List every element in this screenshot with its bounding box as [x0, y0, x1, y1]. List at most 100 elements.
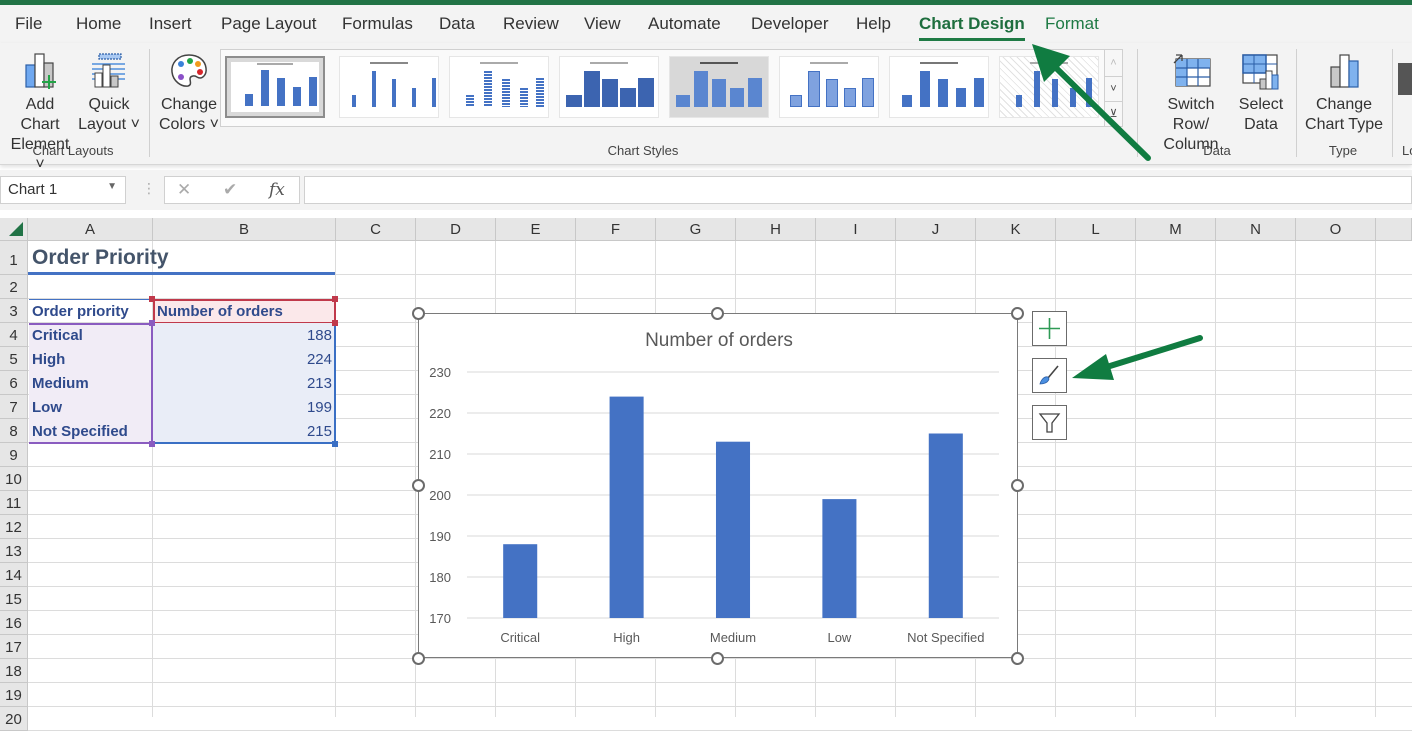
- move-chart-icon-partial[interactable]: [1398, 63, 1412, 95]
- row-header-8[interactable]: 8: [0, 419, 28, 443]
- column-header-n[interactable]: N: [1216, 218, 1296, 241]
- row-header-19[interactable]: 19: [0, 683, 28, 707]
- grid-column-line: [1135, 241, 1136, 717]
- formula-bar-grip-icon[interactable]: ⋮: [142, 180, 156, 197]
- tab-data[interactable]: Data: [439, 14, 475, 34]
- column-header-b[interactable]: B: [153, 218, 336, 241]
- row-header-7[interactable]: 7: [0, 395, 28, 419]
- resize-handle-bottom[interactable]: [711, 652, 724, 665]
- tab-insert[interactable]: Insert: [149, 14, 192, 34]
- tab-help[interactable]: Help: [856, 14, 891, 34]
- column-header-m[interactable]: M: [1136, 218, 1216, 241]
- row-header-10[interactable]: 10: [0, 467, 28, 491]
- table-cell-priority[interactable]: Not Specified: [32, 423, 128, 440]
- tab-review[interactable]: Review: [503, 14, 559, 34]
- gallery-more-button[interactable]: ⊻: [1104, 101, 1122, 126]
- column-header-i[interactable]: I: [816, 218, 896, 241]
- row-header-13[interactable]: 13: [0, 539, 28, 563]
- change-colors-button[interactable]: Change Colors ˅: [156, 51, 222, 135]
- chart-style-4[interactable]: [559, 56, 659, 118]
- column-header-c[interactable]: C: [336, 218, 416, 241]
- resize-handle-top-left[interactable]: [412, 307, 425, 320]
- column-header-partial[interactable]: [1376, 218, 1412, 241]
- tab-file[interactable]: File: [15, 14, 42, 34]
- tab-format[interactable]: Format: [1045, 14, 1099, 34]
- insert-function-icon[interactable]: fx: [269, 180, 285, 200]
- row-header-3[interactable]: 3: [0, 299, 28, 323]
- chart-style-8[interactable]: [999, 56, 1099, 118]
- column-header-e[interactable]: E: [496, 218, 576, 241]
- chart-style-2[interactable]: [339, 56, 439, 118]
- row-header-1[interactable]: 1: [0, 241, 28, 275]
- chart-style-7[interactable]: [889, 56, 989, 118]
- select-data-button[interactable]: Select Data: [1236, 51, 1286, 135]
- resize-handle-right[interactable]: [1011, 479, 1024, 492]
- row-header-6[interactable]: 6: [0, 371, 28, 395]
- row-header-14[interactable]: 14: [0, 563, 28, 587]
- chart-style-3[interactable]: [449, 56, 549, 118]
- resize-handle-bottom-left[interactable]: [412, 652, 425, 665]
- tab-developer[interactable]: Developer: [751, 14, 829, 34]
- column-header-a[interactable]: A: [28, 218, 153, 241]
- column-header-k[interactable]: K: [976, 218, 1056, 241]
- change-chart-type-button[interactable]: Change Chart Type: [1302, 51, 1386, 135]
- table-cell-orders[interactable]: 199: [157, 399, 332, 416]
- row-header-20[interactable]: 20: [0, 707, 28, 731]
- chart-elements-button[interactable]: [1032, 311, 1067, 346]
- row-header-18[interactable]: 18: [0, 659, 28, 683]
- row-header-5[interactable]: 5: [0, 347, 28, 371]
- gallery-scroll-down[interactable]: ˅: [1104, 76, 1122, 101]
- resize-handle-bottom-right[interactable]: [1011, 652, 1024, 665]
- chart-styles-button[interactable]: [1032, 358, 1067, 393]
- table-cell-orders[interactable]: 215: [157, 423, 332, 440]
- table-cell-priority[interactable]: Low: [32, 399, 62, 416]
- table-cell-orders[interactable]: 188: [157, 327, 332, 344]
- table-cell-priority[interactable]: Critical: [32, 327, 83, 344]
- column-header-o[interactable]: O: [1296, 218, 1376, 241]
- column-header-g[interactable]: G: [656, 218, 736, 241]
- chart-filters-button[interactable]: [1032, 405, 1067, 440]
- select-all-button[interactable]: [0, 218, 28, 241]
- resize-handle-top-right[interactable]: [1011, 307, 1024, 320]
- switch-row-column-button[interactable]: Switch Row/ Column: [1148, 51, 1234, 155]
- row-header-15[interactable]: 15: [0, 587, 28, 611]
- row-header-17[interactable]: 17: [0, 635, 28, 659]
- row-header-4[interactable]: 4: [0, 323, 28, 347]
- column-header-d[interactable]: D: [416, 218, 496, 241]
- row-header-16[interactable]: 16: [0, 611, 28, 635]
- gallery-scroll-up[interactable]: ˄: [1104, 50, 1122, 76]
- column-header-l[interactable]: L: [1056, 218, 1136, 241]
- table-cell-priority[interactable]: Medium: [32, 375, 89, 392]
- header-cell-order-priority[interactable]: Order priority: [32, 303, 129, 320]
- header-cell-number-of-orders[interactable]: Number of orders: [157, 303, 283, 320]
- tab-page-layout[interactable]: Page Layout: [221, 14, 316, 34]
- row-header-11[interactable]: 11: [0, 491, 28, 515]
- resize-handle-top[interactable]: [711, 307, 724, 320]
- chart-style-6[interactable]: [779, 56, 879, 118]
- column-header-j[interactable]: J: [896, 218, 976, 241]
- chart-area[interactable]: Number of orders 170 180 190 200 210 220 230 Cri…: [418, 313, 1018, 658]
- column-header-h[interactable]: H: [736, 218, 816, 241]
- chart-style-1[interactable]: [225, 56, 325, 118]
- table-cell-priority[interactable]: High: [32, 351, 65, 368]
- name-box[interactable]: Chart 1 ▼: [0, 176, 126, 204]
- sheet-title-cell[interactable]: Order Priority: [32, 246, 169, 270]
- tab-automate[interactable]: Automate: [648, 14, 721, 34]
- resize-handle-left[interactable]: [412, 479, 425, 492]
- quick-layout-button[interactable]: Quick Layout ˅: [78, 51, 140, 135]
- chevron-down-icon[interactable]: ▼: [107, 181, 117, 192]
- row-header-2[interactable]: 2: [0, 275, 28, 299]
- formula-input[interactable]: [304, 176, 1412, 204]
- cancel-icon[interactable]: ✕: [177, 180, 191, 200]
- tab-formulas[interactable]: Formulas: [342, 14, 413, 34]
- table-cell-orders[interactable]: 213: [157, 375, 332, 392]
- tab-chart-design[interactable]: Chart Design: [919, 14, 1025, 41]
- row-header-12[interactable]: 12: [0, 515, 28, 539]
- chart-style-5[interactable]: [669, 56, 769, 118]
- row-header-9[interactable]: 9: [0, 443, 28, 467]
- tab-view[interactable]: View: [584, 14, 621, 34]
- tab-home[interactable]: Home: [76, 14, 121, 34]
- table-cell-orders[interactable]: 224: [157, 351, 332, 368]
- column-header-f[interactable]: F: [576, 218, 656, 241]
- enter-icon[interactable]: ✔: [223, 180, 237, 200]
